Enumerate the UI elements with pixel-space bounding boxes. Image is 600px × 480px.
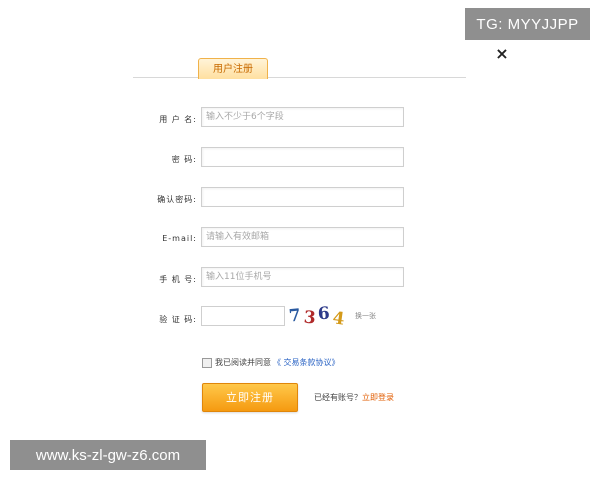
captcha-digit: 3	[302, 307, 317, 329]
terms-link[interactable]: 《 交易条款协议》	[273, 357, 340, 368]
phone-label: 手 机 号:	[159, 275, 197, 284]
phone-input[interactable]	[201, 267, 404, 287]
email-label: E-mail:	[162, 234, 197, 243]
tab-divider	[133, 77, 466, 78]
captcha-input[interactable]	[201, 306, 285, 326]
login-prompt: 已经有账号？立即登录	[314, 392, 394, 403]
agreement-row: 我已阅读并同意 《 交易条款协议》	[202, 357, 340, 368]
email-input[interactable]	[201, 227, 404, 247]
captcha-digit: 4	[331, 308, 346, 330]
login-link[interactable]: 立即登录	[362, 393, 394, 402]
password-label: 密 码:	[171, 155, 197, 164]
watermark-top: TG: MYYJJPP	[465, 8, 590, 40]
tab-register[interactable]: 用户注册	[198, 58, 268, 79]
agreement-text: 我已阅读并同意	[215, 358, 271, 367]
login-prompt-text: 已经有账号？	[314, 393, 362, 402]
confirm-password-label: 确认密码:	[157, 195, 197, 204]
username-label: 用 户 名:	[159, 115, 197, 124]
close-icon[interactable]: ×	[494, 45, 510, 63]
captcha-digit: 6	[317, 303, 331, 325]
confirm-password-input[interactable]	[201, 187, 404, 207]
register-button[interactable]: 立即注册	[202, 383, 298, 412]
refresh-captcha-link[interactable]: 换一张	[355, 311, 376, 321]
username-input[interactable]	[201, 107, 404, 127]
captcha-image[interactable]: 7 3 6 4	[288, 303, 346, 330]
password-input[interactable]	[201, 147, 404, 167]
watermark-bottom: www.ks-zl-gw-z6.com	[10, 440, 206, 470]
agreement-checkbox[interactable]	[202, 357, 212, 368]
captcha-label: 验 证 码:	[159, 315, 197, 324]
captcha-digit: 7	[288, 305, 303, 327]
